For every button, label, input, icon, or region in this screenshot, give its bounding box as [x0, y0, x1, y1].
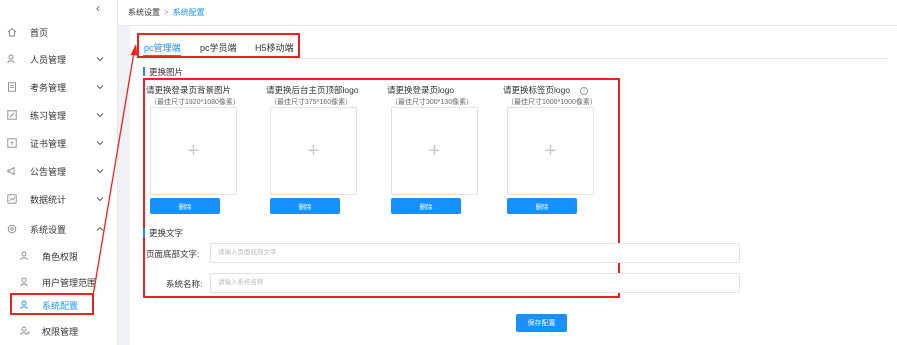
delete-button[interactable]: 删除: [507, 198, 577, 214]
sidebar-item-label: 首页: [30, 27, 49, 38]
upload-dropzone[interactable]: +: [507, 107, 594, 195]
sidebar-item-label: 证书管理: [30, 138, 67, 149]
upload-hint: （最佳尺寸300*130像素）: [391, 99, 474, 106]
sidebar-subitem-label: 角色权限: [42, 251, 79, 262]
main-panel: pc管理端 pc学员端 H5移动端 更换图片 请更换登录页背景图片 （最佳尺寸1…: [130, 26, 897, 345]
chevron-left-icon[interactable]: ‹: [96, 1, 100, 15]
sidebar-item-personnel[interactable]: 人员管理: [0, 48, 118, 70]
upload-dropzone[interactable]: +: [391, 107, 478, 195]
chevron-down-icon: [96, 57, 104, 62]
chevron-up-icon: [96, 226, 104, 231]
sidebar-item-certificate[interactable]: 证书管理: [0, 132, 118, 154]
user-role-icon: [20, 251, 30, 261]
upload-login-logo: 请更换登录页logo （最佳尺寸300*130像素） + 删除: [387, 84, 478, 214]
upload-hint: （最佳尺寸1000*1000像素）: [507, 99, 597, 106]
breadcrumb-parent[interactable]: 系统设置: [128, 8, 160, 17]
footer-text-input[interactable]: 请输入页面底部文字: [210, 243, 740, 263]
chevron-down-icon: [96, 197, 104, 202]
sidebar-item-label: 人员管理: [30, 54, 67, 65]
chevron-down-icon: [96, 85, 104, 90]
upload-title: 请更换登录页logo: [387, 85, 455, 95]
upload-title: 请更换登录页背景图片: [146, 85, 232, 95]
system-name-label: 系统名称:: [166, 279, 203, 289]
sidebar-item-home[interactable]: 首页: [0, 21, 118, 43]
plus-icon: +: [307, 139, 320, 162]
upload-hint: （最佳尺寸375*160像素）: [270, 99, 353, 106]
sidebar-item-exam[interactable]: 考务管理: [0, 76, 118, 98]
permission-icon: [20, 326, 30, 336]
tab-pc-admin[interactable]: pc管理端: [144, 41, 181, 54]
tab-pc-student[interactable]: pc学员端: [200, 41, 237, 54]
tab-active-indicator: [143, 55, 181, 56]
plus-icon: +: [187, 139, 200, 162]
upload-dropzone[interactable]: +: [270, 107, 357, 195]
certificate-icon: [7, 138, 17, 148]
chevron-down-icon: [96, 141, 104, 146]
settings-icon: [7, 224, 17, 234]
save-config-button[interactable]: 保存配置: [516, 314, 567, 332]
sidebar-item-label: 考务管理: [30, 82, 67, 93]
sidebar-item-label: 练习管理: [30, 110, 67, 121]
sidebar-item-statistics[interactable]: 数据统计: [0, 188, 118, 210]
upload-title: 请更换后台主页顶部logo: [266, 85, 359, 95]
section-title-images: 更换图片: [143, 66, 183, 78]
tab-h5-mobile[interactable]: H5移动端: [255, 41, 294, 54]
chevron-down-icon: [96, 113, 104, 118]
upload-tab-logo: 请更换标签页logo i （最佳尺寸1000*1000像素） + 删除: [503, 84, 597, 214]
upload-dropzone[interactable]: +: [150, 107, 237, 195]
delete-button[interactable]: 删除: [150, 198, 220, 214]
user-icon: [7, 54, 17, 64]
sidebar-subitem-permission-manage[interactable]: 权限管理: [0, 320, 118, 342]
breadcrumb-current: 系统配置: [172, 8, 205, 17]
sidebar-subitem-label: 权限管理: [42, 326, 79, 337]
sidebar-item-label: 公告管理: [30, 166, 67, 177]
sidebar-item-system-settings[interactable]: 系统设置: [0, 218, 118, 240]
sidebar-subitem-user-scope[interactable]: 用户管理范围: [0, 271, 118, 293]
breadcrumb-separator: >: [164, 8, 169, 17]
sidebar-subitem-label: 用户管理范围: [42, 277, 97, 288]
upload-hint: （最佳尺寸1920*1080像素）: [150, 99, 240, 106]
chevron-down-icon: [96, 169, 104, 174]
sidebar-item-notice[interactable]: 公告管理: [0, 160, 118, 182]
sidebar: ‹ 首页 人员管理 考务管理 练习管理 证书管理 公告管理 数据统计 系统设置 …: [0, 0, 118, 345]
footer-text-label: 页面底部文字:: [146, 249, 200, 259]
system-name-row: 系统名称: 请输入系统名称: [146, 273, 746, 293]
chart-icon: [7, 194, 17, 204]
sidebar-item-practice[interactable]: 练习管理: [0, 104, 118, 126]
section-title-text: 更换文字: [143, 227, 183, 239]
footer-text-row: 页面底部文字: 请输入页面底部文字: [146, 243, 746, 263]
document-icon: [7, 82, 17, 92]
upload-title: 请更换标签页logo i: [503, 84, 597, 96]
user-scope-icon: [20, 277, 30, 287]
sidebar-item-label: 数据统计: [30, 194, 67, 205]
breadcrumb: 系统设置 > 系统配置: [128, 7, 205, 18]
edit-icon: [7, 110, 17, 120]
info-circle-icon[interactable]: i: [580, 86, 589, 95]
delete-button[interactable]: 删除: [391, 198, 461, 214]
upload-title-text: 请更换标签页logo: [503, 85, 571, 95]
delete-button[interactable]: 删除: [270, 198, 340, 214]
home-icon: [7, 27, 17, 37]
plus-icon: +: [544, 139, 557, 162]
sidebar-item-label: 系统设置: [30, 224, 67, 235]
upload-admin-top-logo: 请更换后台主页顶部logo （最佳尺寸375*160像素） + 删除: [266, 84, 359, 214]
highlight-box-sidebar: [10, 293, 94, 315]
sidebar-subitem-role-permission[interactable]: 角色权限: [0, 245, 118, 267]
plus-icon: +: [428, 139, 441, 162]
upload-login-background: 请更换登录页背景图片 （最佳尺寸1920*1080像素） + 删除: [146, 84, 240, 214]
system-name-input[interactable]: 请输入系统名称: [210, 273, 740, 293]
notice-icon: [7, 166, 17, 176]
tabs-divider: [137, 58, 887, 59]
top-bar: 系统设置 > 系统配置: [118, 0, 897, 26]
